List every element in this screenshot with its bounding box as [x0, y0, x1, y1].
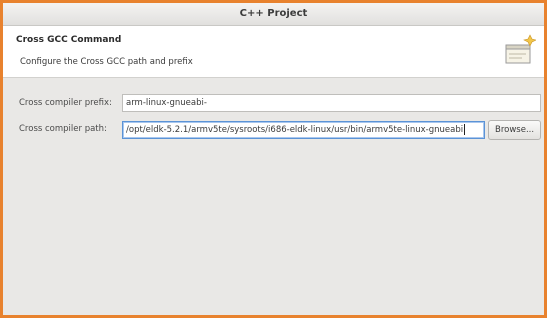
banner-description: Configure the Cross GCC path and prefix — [20, 57, 193, 67]
cross-compiler-path-input[interactable]: /opt/eldk-5.2.1/armv5te/sysroots/i686-el… — [122, 121, 485, 139]
cross-compiler-path-label: Cross compiler path: — [19, 124, 107, 134]
browse-button[interactable]: Browse... — [488, 120, 541, 140]
window-title: C++ Project — [239, 8, 308, 19]
cross-compiler-prefix-input[interactable]: arm-linux-gnueabi- — [122, 94, 541, 112]
wizard-banner-icon — [505, 34, 536, 64]
cross-compiler-path-value: /opt/eldk-5.2.1/armv5te/sysroots/i686-el… — [126, 125, 464, 135]
wizard-banner: Cross GCC Command Configure the Cross GC… — [3, 26, 544, 78]
banner-title: Cross GCC Command — [16, 35, 122, 45]
cross-compiler-prefix-value: arm-linux-gnueabi- — [126, 98, 207, 108]
text-caret — [464, 124, 466, 135]
screenshot-frame: C++ Project Cross GCC Command Configure … — [0, 0, 547, 318]
window-titlebar[interactable]: C++ Project — [3, 3, 544, 26]
path-row: Cross compiler path: /opt/eldk-5.2.1/arm… — [3, 120, 544, 142]
cross-compiler-prefix-label: Cross compiler prefix: — [19, 98, 112, 108]
wizard-content: Cross compiler prefix: arm-linux-gnueabi… — [3, 78, 544, 315]
prefix-row: Cross compiler prefix: arm-linux-gnueabi… — [3, 94, 544, 116]
